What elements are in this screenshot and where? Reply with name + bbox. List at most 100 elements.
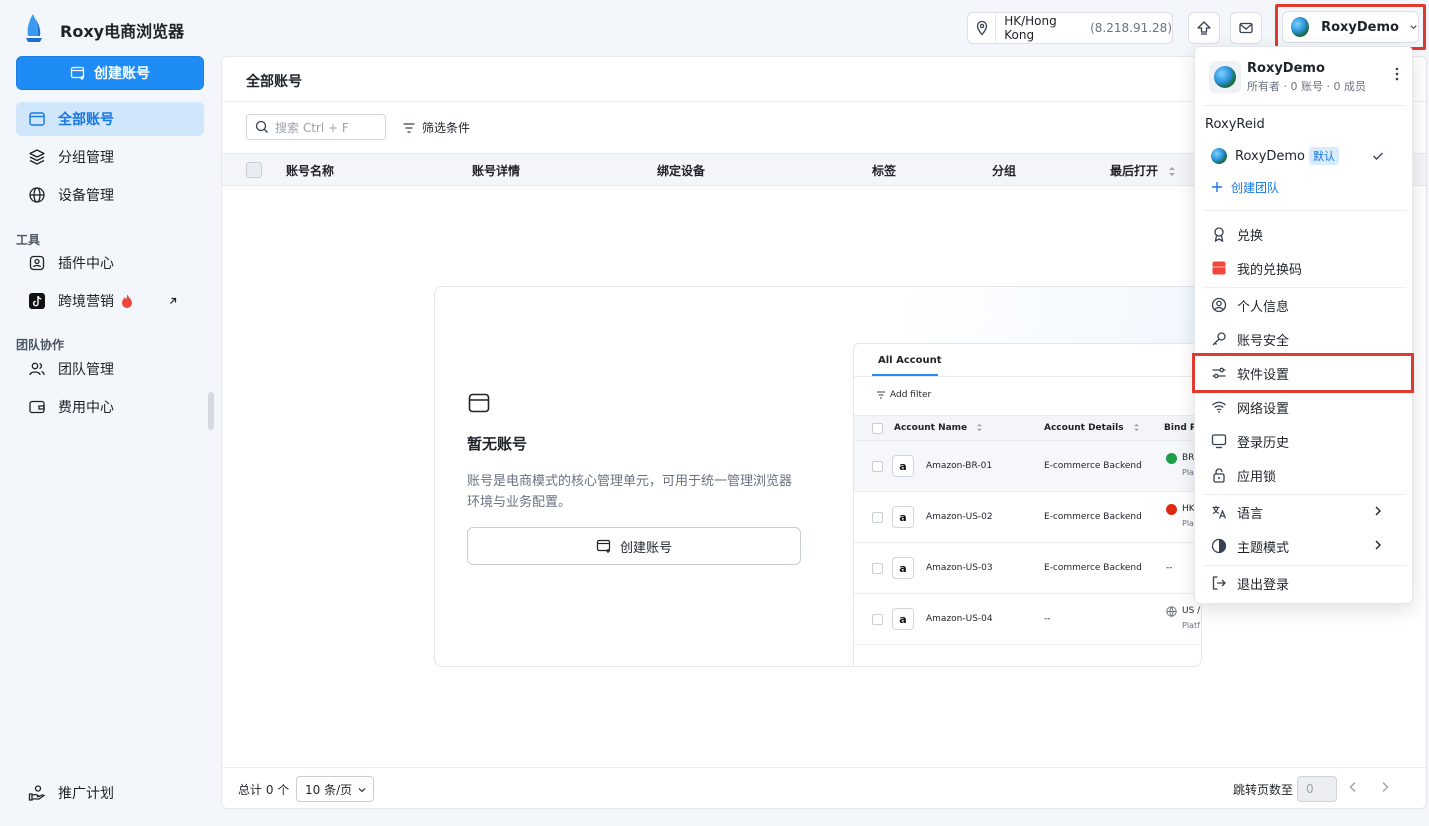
sidebar-item-billing[interactable]: 费用中心 (16, 390, 204, 424)
mail-icon (1239, 22, 1253, 34)
plugin-icon (29, 255, 45, 271)
preview-row: a Amazon-US-04 -- US / Platf (854, 594, 1201, 645)
column-header[interactable]: 账号名称 (286, 162, 334, 179)
team-item-roxydemo[interactable]: RoxyDemo 默认 (1201, 141, 1408, 171)
filter-button[interactable]: 筛选条件 (402, 119, 470, 136)
sidebar-scrollbar[interactable] (208, 392, 214, 430)
column-header-last-opened[interactable]: 最后打开 (1110, 162, 1176, 179)
preview-row: a Amazon-BR-01 E-commerce Backend BR Pla (854, 441, 1201, 492)
select-all-checkbox[interactable] (246, 162, 262, 178)
empty-create-account-button[interactable]: 创建账号 (467, 527, 801, 565)
divider (1203, 565, 1406, 566)
preview-bind-sub: Pla (1182, 519, 1194, 528)
key-icon (1212, 332, 1226, 346)
user-circle-icon (1211, 297, 1227, 313)
globe-icon (29, 187, 45, 203)
sidebar-item-label: 插件中心 (58, 256, 114, 272)
app-title: Roxy电商浏览器 (60, 22, 185, 41)
preview-bind: -- (1166, 563, 1173, 573)
menu-item-label: 兑换 (1237, 228, 1264, 244)
theme-icon (1211, 538, 1227, 554)
sidebar-item-all-accounts[interactable]: 全部账号 (16, 102, 204, 136)
preview-account-details: E-commerce Backend (1044, 563, 1142, 573)
plus-icon (1212, 182, 1222, 192)
menu-item-profile[interactable]: 个人信息 (1201, 290, 1408, 320)
window-icon (468, 393, 490, 413)
sidebar-item-label: 费用中心 (58, 400, 114, 416)
preview-account-name: Amazon-US-03 (926, 563, 993, 573)
menu-item-app-lock[interactable]: 应用锁 (1201, 460, 1408, 490)
divider (1203, 105, 1406, 106)
preview-bind-sub: Platf (1182, 621, 1200, 630)
page-size-select[interactable]: 10 条/页 (296, 776, 374, 802)
divider (1203, 210, 1406, 211)
divider (222, 767, 1426, 768)
tiktok-icon (29, 293, 45, 309)
promotion-plan-link[interactable]: 推广计划 (28, 783, 114, 803)
next-page-icon[interactable] (1378, 780, 1392, 794)
sidebar-item-groups[interactable]: 分组管理 (16, 140, 204, 174)
menu-item-redeem[interactable]: 兑换 (1201, 219, 1408, 249)
external-link-icon (170, 297, 177, 304)
preview-column-header: Account Name (894, 423, 983, 433)
more-vertical-icon[interactable] (1395, 67, 1399, 81)
user-menu-button[interactable]: RoxyDemo (1282, 11, 1419, 43)
column-header[interactable]: 分组 (992, 162, 1016, 179)
preview-checkbox (872, 461, 883, 472)
globe-avatar-icon (1291, 17, 1310, 37)
proxy-location-button[interactable]: HK/Hong Kong (8.218.91.28) (967, 12, 1173, 44)
amazon-icon: a (892, 557, 914, 579)
coupon-icon (1212, 261, 1226, 275)
sidebar-item-label: 全部账号 (58, 112, 114, 128)
menu-item-language[interactable]: 语言 (1201, 497, 1408, 527)
preview-bind: US / (1182, 606, 1201, 616)
page-size-value: 10 条/页 (305, 782, 353, 797)
account-name: RoxyDemo (1247, 61, 1325, 76)
chevron-right-icon (1375, 506, 1381, 516)
chevron-right-icon (1375, 540, 1381, 550)
account-summary: RoxyDemo 所有者 · 0 账号 · 0 成员 (1209, 61, 1401, 93)
jump-page-input[interactable]: 0 (1297, 776, 1337, 802)
sidebar-item-label: 跨境营销 (58, 294, 114, 310)
menu-item-label: 个人信息 (1237, 299, 1290, 315)
menu-item-account-security[interactable]: 账号安全 (1201, 324, 1408, 354)
column-header[interactable]: 账号详情 (472, 162, 520, 179)
sidebar-item-team[interactable]: 团队管理 (16, 352, 204, 386)
preview-illustration: All Account Add filter Account Name Acco… (853, 343, 1201, 666)
preview-tab: All Account (878, 355, 942, 366)
user-menu-highlight: RoxyDemo (1275, 4, 1426, 50)
messages-button[interactable] (1230, 12, 1262, 44)
menu-item-login-history[interactable]: 登录历史 (1201, 426, 1408, 456)
amazon-icon: a (892, 608, 914, 630)
sidebar-item-marketing[interactable]: 跨境营销 (16, 284, 204, 318)
upgrade-button[interactable] (1188, 12, 1220, 44)
create-team-button[interactable]: 创建团队 (1201, 172, 1408, 202)
preview-column-label: Account Details (1044, 423, 1124, 433)
empty-title: 暂无账号 (467, 435, 528, 453)
menu-item-label: 语言 (1237, 506, 1264, 522)
preview-account-details: -- (1044, 614, 1051, 624)
create-account-button[interactable]: 创建账号 (16, 56, 204, 90)
empty-create-label: 创建账号 (619, 540, 672, 556)
preview-filter: Add filter (876, 390, 931, 400)
preview-account-name: Amazon-US-02 (926, 512, 993, 522)
column-header[interactable]: 绑定设备 (657, 162, 705, 179)
search-input[interactable]: 搜索 Ctrl + F (246, 114, 386, 140)
column-header[interactable]: 标签 (872, 162, 896, 179)
wallet-icon (29, 400, 45, 414)
menu-item-my-codes[interactable]: 我的兑换码 (1201, 253, 1408, 283)
sidebar-item-devices[interactable]: 设备管理 (16, 178, 204, 212)
wifi-icon (1212, 401, 1226, 413)
sidebar-item-plugins[interactable]: 插件中心 (16, 246, 204, 280)
page-title: 全部账号 (246, 74, 302, 90)
filter-label: 筛选条件 (422, 121, 471, 135)
menu-item-label: 登录历史 (1237, 435, 1290, 451)
prev-page-icon[interactable] (1346, 780, 1360, 794)
divider (1203, 287, 1406, 288)
menu-item-network-settings[interactable]: 网络设置 (1201, 392, 1408, 422)
sidebar-item-label: 分组管理 (58, 150, 114, 166)
amazon-icon: a (892, 506, 914, 528)
preview-column-label: Account Name (894, 423, 968, 433)
menu-item-logout[interactable]: 退出登录 (1201, 568, 1408, 598)
menu-item-theme[interactable]: 主题模式 (1201, 531, 1408, 561)
